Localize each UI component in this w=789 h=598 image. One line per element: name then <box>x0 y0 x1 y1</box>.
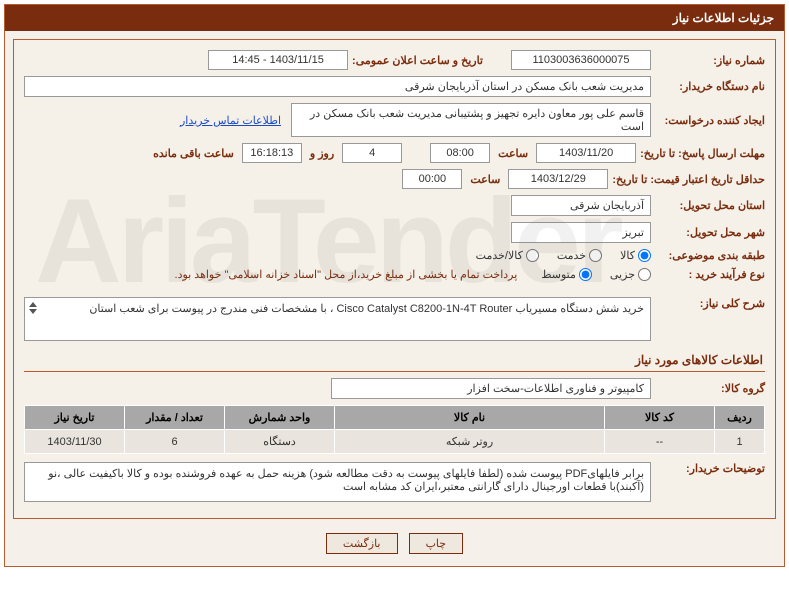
radio-partial-label: جزیی <box>610 268 635 281</box>
table-row: 1 -- روتر شبکه دستگاه 6 1403/11/30 <box>25 430 765 454</box>
field-validity-date: 1403/12/29 <box>508 169 608 189</box>
field-need-no: 1103003636000075 <box>511 50 651 70</box>
th-unit: واحد شمارش <box>225 406 335 430</box>
summary-text: خرید شش دستگاه مسیریاب Cisco Catalyst C8… <box>89 303 644 315</box>
label-announce-dt: تاریخ و ساعت اعلان عمومی: <box>352 54 483 67</box>
cell-qty: 6 <box>125 430 225 454</box>
field-summary: خرید شش دستگاه مسیریاب Cisco Catalyst C8… <box>24 297 651 341</box>
cell-unit: دستگاه <box>225 430 335 454</box>
label-requester: ایجاد کننده درخواست: <box>655 114 765 127</box>
items-table: ردیف کد کالا نام کالا واحد شمارش تعداد /… <box>24 405 765 454</box>
section-goods-title: اطلاعات کالاهای مورد نیاز <box>24 349 765 372</box>
field-deadline-date: 1403/11/20 <box>536 143 636 163</box>
page-title: جزئیات اطلاعات نیاز <box>5 5 784 31</box>
label-days-and: روز و <box>310 147 334 160</box>
label-time-left: ساعت باقی مانده <box>153 147 234 160</box>
th-name: نام کالا <box>335 406 605 430</box>
field-deadline-time: 08:00 <box>430 143 490 163</box>
label-province: استان محل تحویل: <box>655 199 765 212</box>
field-city: تبریز <box>511 222 651 243</box>
cell-name: روتر شبکه <box>335 430 605 454</box>
radio-goods-service-label: کالا/خدمت <box>476 249 523 262</box>
label-summary: شرح کلی نیاز: <box>655 297 765 310</box>
radio-medium[interactable]: متوسط <box>541 268 592 281</box>
field-buyer-notes: برابر فایلهایPDF پیوست شده (لطفا فایلهای… <box>24 462 651 502</box>
field-announce-dt: 1403/11/15 - 14:45 <box>208 50 348 70</box>
label-city: شهر محل تحویل: <box>655 226 765 239</box>
label-category: طبقه بندی موضوعی: <box>655 249 765 262</box>
payment-note: پرداخت تمام یا بخشی از مبلغ خرید،از محل … <box>175 268 518 281</box>
label-time-2: ساعت <box>470 173 500 186</box>
radio-medium-input[interactable] <box>579 268 592 281</box>
radio-goods-label: کالا <box>620 249 635 262</box>
spinner-icon[interactable] <box>29 302 37 314</box>
cell-need-date: 1403/11/30 <box>25 430 125 454</box>
label-buyer-org: نام دستگاه خریدار: <box>655 80 765 93</box>
radio-service-input[interactable] <box>589 249 602 262</box>
th-row: ردیف <box>715 406 765 430</box>
th-code: کد کالا <box>605 406 715 430</box>
radio-service-label: خدمت <box>557 249 586 262</box>
radio-service[interactable]: خدمت <box>557 249 602 262</box>
field-days-left: 4 <box>342 143 402 163</box>
label-time-1: ساعت <box>498 147 528 160</box>
th-need-date: تاریخ نیاز <box>25 406 125 430</box>
radio-medium-label: متوسط <box>541 268 576 281</box>
label-deadline: مهلت ارسال پاسخ: تا تاریخ: <box>640 147 765 160</box>
field-buyer-org: مدیریت شعب بانک مسکن در استان آذربایجان … <box>24 76 651 97</box>
label-validity: حداقل تاریخ اعتبار قیمت: تا تاریخ: <box>612 173 765 186</box>
contact-buyer-link[interactable]: اطلاعات تماس خریدار <box>180 114 281 127</box>
label-buyer-notes: توضیحات خریدار: <box>655 462 765 475</box>
cell-row: 1 <box>715 430 765 454</box>
radio-partial[interactable]: جزیی <box>610 268 651 281</box>
print-button[interactable]: چاپ <box>409 533 464 554</box>
back-button[interactable]: بازگشت <box>326 533 398 554</box>
radio-goods[interactable]: کالا <box>620 249 651 262</box>
field-group: کامپیوتر و فناوری اطلاعات-سخت افزار <box>331 378 651 399</box>
field-time-left-clock: 16:18:13 <box>242 143 302 163</box>
table-header-row: ردیف کد کالا نام کالا واحد شمارش تعداد /… <box>25 406 765 430</box>
chevron-down-icon[interactable] <box>29 309 37 314</box>
cell-code: -- <box>605 430 715 454</box>
label-need-no: شماره نیاز: <box>655 54 765 67</box>
radio-goods-input[interactable] <box>638 249 651 262</box>
th-qty: تعداد / مقدار <box>125 406 225 430</box>
chevron-up-icon[interactable] <box>29 302 37 307</box>
radio-goods-service[interactable]: کالا/خدمت <box>476 249 539 262</box>
label-buy-type: نوع فرآیند خرید : <box>655 268 765 281</box>
label-group: گروه کالا: <box>655 382 765 395</box>
radio-goods-service-input[interactable] <box>526 249 539 262</box>
radio-partial-input[interactable] <box>638 268 651 281</box>
field-province: آذربایجان شرقی <box>511 195 651 216</box>
field-requester: قاسم علی پور معاون دایره تجهیز و پشتیبان… <box>291 103 651 137</box>
field-validity-time: 00:00 <box>402 169 462 189</box>
